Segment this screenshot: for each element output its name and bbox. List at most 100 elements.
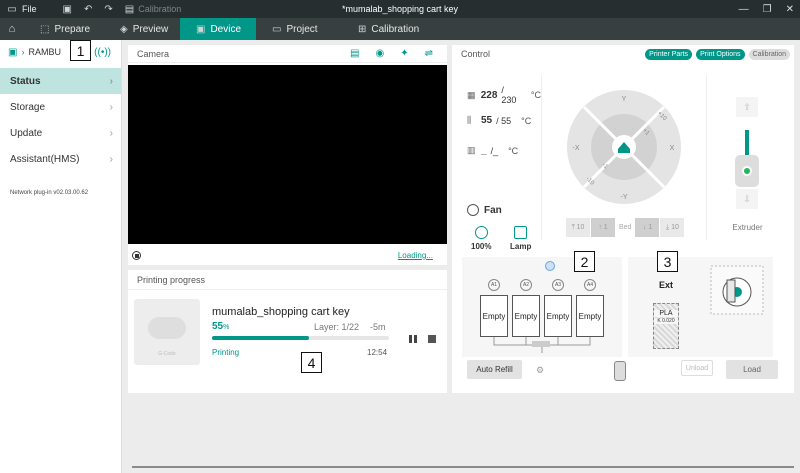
- unload-button[interactable]: Unload: [681, 360, 713, 376]
- sidebar-item-assistant[interactable]: Assistant(HMS) ›: [0, 146, 121, 172]
- extrude-down-button[interactable]: ⇩: [736, 189, 758, 209]
- save-icon[interactable]: ▣: [63, 4, 72, 15]
- restore-icon[interactable]: ❐: [763, 4, 772, 15]
- progress-bar-fill: [212, 336, 310, 340]
- close-icon[interactable]: ✕: [786, 4, 794, 15]
- tab-device[interactable]: ▣ Device: [180, 18, 256, 40]
- file-menu[interactable]: File: [22, 4, 37, 14]
- ams-panel: A1 A2 A3 A4 Empty Empty Empty Empty: [462, 257, 622, 357]
- speed-label: 100%: [471, 242, 492, 251]
- tab-label: Project: [286, 23, 318, 35]
- cloud-icon: [148, 317, 186, 339]
- wifi-icon: ((•)): [94, 46, 111, 58]
- control-title: Control: [461, 49, 491, 59]
- print-options-button[interactable]: Print Options: [696, 48, 745, 60]
- thumbnail-caption: G-Code: [158, 351, 176, 357]
- loading-link[interactable]: Loading...: [398, 251, 433, 260]
- nozzle-temp[interactable]: ▦ 228/ 230 °C: [467, 85, 541, 105]
- jog-label-x: X: [670, 145, 675, 152]
- camera-panel: Camera ▤ ◉ ✦ ⇌ Loading...: [128, 45, 447, 265]
- speed-icon[interactable]: [475, 226, 488, 239]
- slot-a2-icon: A2: [520, 279, 532, 291]
- calibration-button[interactable]: Calibration: [748, 48, 790, 60]
- plugin-version: Network plug-in v02.03.00.62: [10, 190, 89, 196]
- bed-up-1-button[interactable]: ↑ 1: [591, 218, 615, 237]
- bed-down-10-button[interactable]: ⤓ 10: [660, 218, 685, 237]
- ams-slot-a3[interactable]: Empty: [544, 295, 572, 337]
- print-status: Printing: [212, 348, 240, 357]
- annotation-marker: 4: [301, 352, 322, 373]
- bed-label: Bed: [619, 224, 632, 231]
- calibration-menu[interactable]: Calibration: [138, 4, 181, 14]
- sidebar-item-update[interactable]: Update ›: [0, 120, 121, 146]
- extrude-up-button[interactable]: ⇧: [736, 97, 758, 117]
- timelapse-icon[interactable]: ▤: [350, 48, 359, 59]
- project-icon: ▭: [272, 23, 282, 35]
- slot-a3-icon: A3: [552, 279, 564, 291]
- auto-refill-button[interactable]: Auto Refill: [467, 360, 522, 379]
- slot-a4-icon: A4: [584, 279, 596, 291]
- chevron-right-icon: ›: [109, 153, 113, 165]
- fan-control[interactable]: Fan: [467, 204, 502, 216]
- device-icon: ▣: [196, 23, 206, 35]
- ams-slot-a4[interactable]: Empty: [576, 295, 604, 337]
- tab-calibration[interactable]: ⊞ Calibration: [342, 18, 435, 40]
- preview-icon: ◈: [120, 23, 128, 35]
- axis-jog-control[interactable]: Y -Y X -X +10 +1 -1 -10: [566, 89, 682, 205]
- device-name: RAMBU: [28, 47, 61, 57]
- ams-settings-icon[interactable]: ⚙: [536, 365, 544, 376]
- camera-title: Camera: [137, 48, 170, 59]
- chevron-right-icon: ›: [109, 101, 113, 113]
- bed-up-10-button[interactable]: ⤒ 10: [566, 218, 590, 237]
- camera-settings-icon[interactable]: ✦: [400, 48, 408, 59]
- external-spool-illustration: [710, 265, 764, 315]
- jog-label-y: Y: [622, 96, 627, 103]
- ams-slot-a1[interactable]: Empty: [480, 295, 508, 337]
- calibration-icon[interactable]: ▤: [125, 4, 134, 15]
- prepare-icon: ⬚: [40, 23, 50, 35]
- bed-down-1-button[interactable]: ↓ 1: [635, 218, 660, 237]
- window-title: *mumalab_shopping cart key: [341, 4, 459, 14]
- temperature-panel: ▦ 228/ 230 °C ⫼ 55/ 55 °C ▥ _/_ °C Fan 100%…: [461, 75, 542, 251]
- ext-spool-slot[interactable]: PLA K 0.020: [653, 303, 679, 349]
- sidebar-item-status[interactable]: Status ›: [0, 68, 121, 94]
- lamp-icon[interactable]: [514, 226, 527, 239]
- title-bar: ▭ File ▣ ↶ ↷ ▤ Calibration *mumalab_shop…: [0, 0, 800, 18]
- ams-hub-icon: [614, 361, 626, 381]
- device-selector[interactable]: ▣ › RAMBU ((•)): [0, 40, 121, 64]
- redo-icon[interactable]: ↷: [104, 4, 112, 15]
- load-button[interactable]: Load: [726, 360, 778, 379]
- horizontal-scrollbar[interactable]: [132, 466, 794, 468]
- printer-icon: ▣: [8, 46, 18, 58]
- sidebar-item-label: Update: [10, 127, 43, 139]
- tab-preview[interactable]: ◈ Preview: [104, 18, 180, 40]
- sidebar-item-storage[interactable]: Storage ›: [0, 94, 121, 120]
- chevron-right-icon: ›: [21, 47, 25, 57]
- tab-project[interactable]: ▭ Project: [256, 18, 342, 40]
- progress-percent: 55%: [212, 321, 230, 332]
- camera-stop-icon[interactable]: [132, 251, 141, 260]
- chevron-right-icon: ›: [109, 127, 113, 139]
- file-folder-icon[interactable]: ▭: [6, 4, 18, 15]
- home-icon[interactable]: ⌂: [0, 18, 24, 40]
- printer-parts-button[interactable]: Printer Parts: [645, 48, 693, 60]
- ams-slot-a2[interactable]: Empty: [512, 295, 540, 337]
- undo-icon[interactable]: ↶: [84, 4, 92, 15]
- ams-humidity-icon[interactable]: [545, 261, 555, 271]
- pause-button[interactable]: [409, 335, 418, 343]
- stop-button[interactable]: [428, 335, 436, 343]
- camera-view[interactable]: [128, 65, 447, 244]
- minimize-icon[interactable]: —: [739, 4, 749, 15]
- jog-label-mx: -X: [573, 145, 580, 152]
- main-tab-bar: ⌂ ⬚ Prepare ◈ Preview ▣ Device ▭ Project…: [0, 18, 800, 40]
- chevron-right-icon: ›: [109, 75, 113, 87]
- jog-label-my: -Y: [621, 194, 628, 201]
- layer-count: Layer: 1/22: [314, 322, 360, 332]
- chamber-icon: ▥: [467, 145, 476, 155]
- record-icon[interactable]: ◉: [375, 48, 384, 59]
- tab-label: Calibration: [371, 23, 420, 35]
- bed-temp[interactable]: ⫼ 55/ 55 °C: [467, 115, 531, 126]
- tab-prepare[interactable]: ⬚ Prepare: [24, 18, 104, 40]
- sliders-icon[interactable]: ⇌: [425, 48, 433, 59]
- extruder-control: ⇧ ⇩ Extruder: [706, 75, 788, 240]
